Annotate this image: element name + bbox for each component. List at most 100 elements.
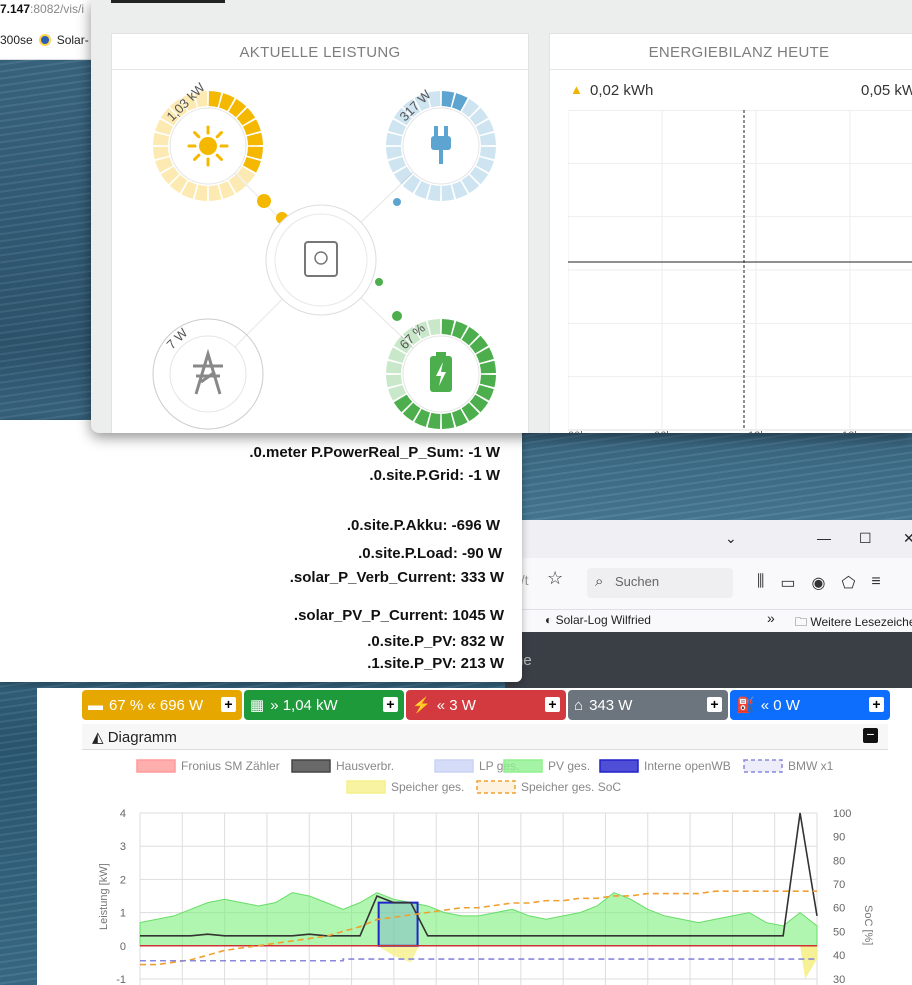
- ring-segment: [479, 360, 496, 374]
- address-bar[interactable]: 7.147:8082/vis/i: [0, 2, 84, 16]
- star-icon[interactable]: ☆: [547, 568, 563, 589]
- plus-icon[interactable]: +: [707, 697, 722, 712]
- triangle-up-icon: ▲: [570, 82, 583, 97]
- y-tick-label: 1: [120, 908, 126, 920]
- plus-icon[interactable]: +: [221, 697, 236, 712]
- debug-values-panel: .0.meter P.PowerReal_P_Sum: -1 W .0.site…: [0, 420, 522, 682]
- bookmark-folder-more[interactable]: 🗀 Weitere Lesezeiche: [795, 613, 912, 634]
- power-chart: Fronius SM Zähler Hausverbr. LP ges. PV ges…: [98, 759, 874, 985]
- plus-icon[interactable]: +: [383, 697, 398, 712]
- legend-label: Speicher ges. SoC: [521, 780, 621, 794]
- y-tick-label: 2: [120, 874, 126, 886]
- legend-swatch: [291, 759, 331, 773]
- plug-cable: [439, 150, 443, 164]
- flow-dot: [257, 194, 271, 208]
- ring-segment: [153, 360, 170, 374]
- ring-segment: [386, 132, 403, 146]
- legend-label: Hausverbr.: [336, 759, 394, 773]
- energy-chart: 00h 06h 12h 18h: [568, 110, 912, 433]
- background-browser-window[interactable]: 7.147:8082/vis/i 300se Solar-: [0, 0, 100, 60]
- close-icon[interactable]: ✕: [903, 530, 912, 547]
- ring-segment: [246, 132, 263, 146]
- y2-tick-label: 50: [833, 926, 845, 938]
- plug-prong: [444, 126, 448, 136]
- y-axis-label: Leistung [kW]: [98, 863, 110, 930]
- ring-segment: [479, 374, 496, 388]
- diagram-header[interactable]: ◭ Diagramm −: [82, 724, 888, 750]
- battery-chip[interactable]: ▬ 67 % « 696 W +: [82, 690, 242, 720]
- plug-prong: [434, 126, 438, 136]
- openwb-window[interactable]: ▬ 67 % « 696 W + ▦» 1,04 kW + ⚡ « 3 W + ⌂ 343 …: [37, 688, 912, 985]
- legend-label: BMW x1: [788, 759, 834, 773]
- ring-segment: [194, 319, 208, 336]
- power-mast-icon: ⚡: [412, 697, 431, 714]
- library-icon[interactable]: ⫼: [757, 573, 764, 593]
- ring-segment: [246, 374, 263, 388]
- legend-swatch: [434, 759, 474, 773]
- search-icon: ⌕: [595, 573, 604, 590]
- bookmark-item[interactable]: Solar-: [57, 33, 89, 47]
- legend-swatch: [476, 780, 516, 794]
- power-flow-card: AKTUELLE LEISTUNG 1,03 kW 317 W7 W 67 %: [111, 33, 529, 433]
- ring-segment: [386, 374, 403, 388]
- inverter-node: [265, 204, 377, 316]
- x-tick-label: 12h: [748, 430, 766, 433]
- y2-axis-label: SoC [%]: [862, 905, 874, 945]
- extensions-icon[interactable]: ⬠: [841, 573, 855, 593]
- minimize-icon[interactable]: −: [863, 727, 878, 743]
- firefox-window[interactable]: ⌄ — ☐ ✕ b/t ☆ ⌕ Suchen ⫼ ▭ ◉ ⬠ ≡ ◐ Solar…: [505, 520, 912, 690]
- plug-icon: [431, 136, 451, 150]
- page-header-dark: ne: [505, 632, 912, 690]
- account-icon[interactable]: ◉: [812, 573, 826, 593]
- openwb-block: [377, 901, 419, 947]
- debug-line: .0.meter P.PowerReal_P_Sum: -1 W: [249, 444, 500, 461]
- maximize-icon[interactable]: ☐: [859, 530, 872, 547]
- minimize-icon[interactable]: —: [817, 530, 831, 546]
- ring-segment: [441, 184, 455, 201]
- ring-segment: [479, 132, 496, 146]
- legend-label: Fronius SM Zähler: [181, 759, 280, 773]
- battery-icon: ▬: [88, 696, 103, 714]
- search-field[interactable]: ⌕ Suchen: [587, 568, 733, 598]
- dashboard-window[interactable]: AKTUELLE LEISTUNG 1,03 kW 317 W7 W 67 % EN…: [91, 0, 912, 433]
- house-chip[interactable]: ⌂ 343 W +: [568, 690, 728, 720]
- ring-segment: [153, 132, 170, 146]
- sidebar-icon[interactable]: ▭: [780, 573, 795, 593]
- legend-swatch: [136, 759, 176, 773]
- grid-chip[interactable]: ⚡ « 3 W +: [406, 690, 566, 720]
- ring-segment: [441, 319, 455, 336]
- menu-icon[interactable]: ≡: [871, 573, 880, 593]
- ring-segment: [427, 412, 441, 429]
- card-title: ENERGIEBILANZ HEUTE: [550, 34, 912, 70]
- plus-icon[interactable]: +: [545, 697, 560, 712]
- ring-segment: [386, 360, 403, 374]
- chevron-more-icon[interactable]: »: [767, 610, 775, 626]
- energy-right-value: 0,05 kWh: [861, 82, 912, 99]
- y-tick-label: 3: [120, 841, 126, 853]
- y2-tick-label: 40: [833, 950, 845, 962]
- bookmarks-bar: 300se Solar-: [0, 33, 89, 47]
- ring-segment: [246, 360, 263, 374]
- bookmark-item[interactable]: 300se: [0, 33, 33, 47]
- solar-log-icon: [38, 34, 51, 46]
- search-placeholder: Suchen: [615, 574, 660, 589]
- chevron-down-icon[interactable]: ⌄: [725, 530, 737, 547]
- ring-segment: [208, 91, 222, 108]
- sun-icon: [199, 137, 217, 155]
- ring-segment: [441, 91, 455, 108]
- pv-chip[interactable]: ▦» 1,04 kW +: [244, 690, 404, 720]
- status-chips: ▬ 67 % « 696 W + ▦» 1,04 kW + ⚡ « 3 W + ⌂ 343 …: [82, 690, 890, 720]
- ring-segment: [153, 374, 170, 388]
- ring-segment: [208, 184, 222, 201]
- bookmark-solar-log[interactable]: ◐ Solar-Log Wilfried: [545, 613, 651, 627]
- flow-dot: [393, 198, 401, 206]
- energy-balance-card: ENERGIEBILANZ HEUTE ▲ 0,02 kWh 0,05 kWh …: [549, 33, 912, 433]
- legend-swatch: [346, 780, 386, 794]
- y2-tick-label: 80: [833, 855, 845, 867]
- legend-label: PV ges.: [548, 759, 590, 773]
- charging-chip[interactable]: ⛽ « 0 W +: [730, 690, 890, 720]
- ring-segment: [208, 412, 222, 429]
- plus-icon[interactable]: +: [869, 697, 884, 712]
- ring-segment: [427, 319, 441, 336]
- debug-line: .0.site.P.Load: -90 W: [358, 545, 502, 562]
